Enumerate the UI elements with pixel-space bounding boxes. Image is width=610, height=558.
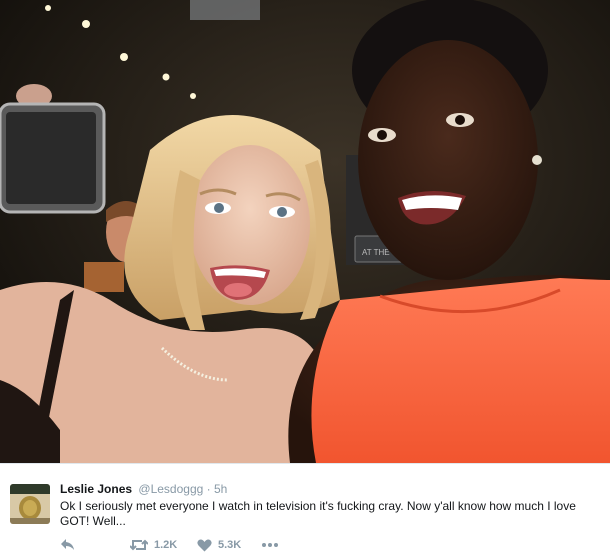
like-count: 5.3K	[218, 539, 242, 551]
tweet-text: Ok I seriously met everyone I watch in t…	[60, 499, 576, 528]
tweet-photo[interactable]: AT THE	[0, 0, 610, 463]
tweet-header: Leslie Jones @Lesdoggg · 5h	[60, 482, 227, 496]
retweet-icon	[130, 539, 148, 551]
sign-text: AT THE	[362, 248, 390, 257]
more-options-button[interactable]	[261, 537, 279, 553]
reply-button[interactable]	[60, 537, 76, 553]
tweet-card: Leslie Jones @Lesdoggg · 5h Ok I serious…	[0, 463, 610, 558]
reply-icon	[61, 539, 74, 550]
more-icon	[262, 543, 278, 547]
like-button[interactable]: 5.3K	[197, 537, 241, 553]
retweet-button[interactable]: 1.2K	[130, 537, 177, 553]
tweet-timestamp[interactable]: 5h	[214, 482, 227, 496]
author-name[interactable]: Leslie Jones	[60, 482, 132, 496]
profile-avatar[interactable]	[10, 484, 50, 524]
retweet-count: 1.2K	[154, 539, 178, 551]
selfie-image: AT THE	[0, 0, 610, 463]
avatar-icon	[10, 484, 50, 524]
phone-in-hand	[0, 84, 106, 214]
header-separator: ·	[206, 482, 211, 496]
heart-icon	[197, 539, 212, 551]
author-handle[interactable]: @Lesdoggg	[138, 482, 203, 496]
